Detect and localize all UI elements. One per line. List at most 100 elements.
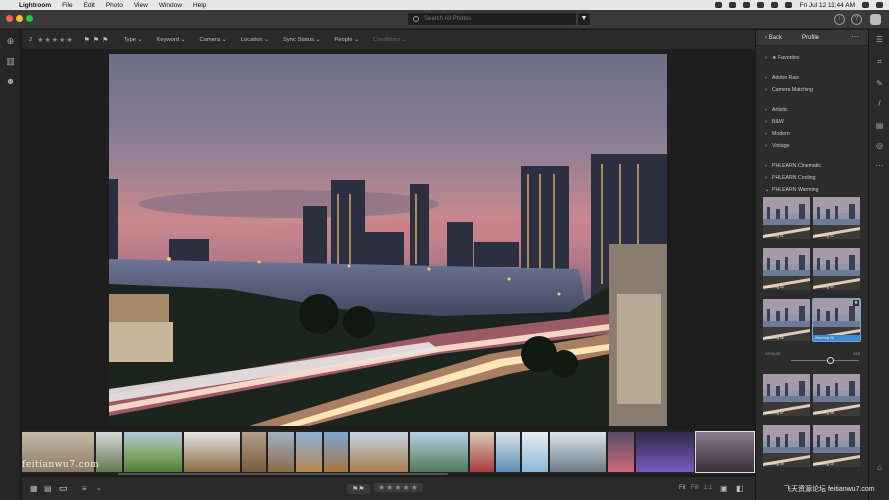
amount-knob[interactable] <box>826 357 834 364</box>
sort-icon[interactable]: ≡ <box>82 484 87 493</box>
status-icon[interactable] <box>729 2 737 8</box>
profile-thumbnail[interactable]: Warming 02 <box>813 197 860 239</box>
profile-thumbnail[interactable]: Warming 05 <box>763 299 810 341</box>
amount-track[interactable] <box>791 360 859 361</box>
profile-thumbnail[interactable]: Warming 03 <box>763 248 810 290</box>
menu-file[interactable]: File <box>62 2 72 9</box>
photo-grid-view-icon[interactable]: ▤ <box>44 484 52 493</box>
favorite-star-icon[interactable]: ★ <box>853 300 859 306</box>
share-icon[interactable]: ↑ <box>834 14 845 25</box>
menu-view[interactable]: View <box>134 2 148 9</box>
crop-icon[interactable]: ⌗ <box>874 56 885 67</box>
profile-group-camera-matching[interactable]: › Camera Matching <box>765 87 813 93</box>
tag-icon[interactable]: ⌂ <box>874 462 885 473</box>
search-input[interactable]: Search All Photos <box>408 13 576 25</box>
menu-window[interactable]: Window <box>159 2 182 9</box>
filmstrip-scrollbar[interactable] <box>118 473 448 475</box>
creative-cloud-icon[interactable] <box>715 2 723 8</box>
more-options-icon[interactable]: ··· <box>851 32 859 41</box>
flag-buttons[interactable]: ⚑⚑ <box>347 484 370 494</box>
filter-toggle-button[interactable]: ▼ <box>578 13 590 25</box>
filmstrip-thumb[interactable] <box>296 432 322 472</box>
filter-location-dropdown[interactable]: Location ⌄ <box>241 37 269 43</box>
zoom-window-button[interactable] <box>26 15 33 22</box>
filmstrip-thumb[interactable] <box>496 432 520 472</box>
cloud-sync-icon[interactable] <box>870 14 881 25</box>
filmstrip-thumb[interactable] <box>608 432 634 472</box>
edit-icon[interactable]: ☰ <box>874 34 885 45</box>
filmstrip-thumb[interactable] <box>124 432 182 472</box>
filter-people-dropdown[interactable]: People ⌄ <box>334 37 359 43</box>
healing-brush-icon[interactable]: ✎ <box>874 78 885 89</box>
filmstrip-thumb[interactable] <box>324 432 348 472</box>
filmstrip-thumb-selected[interactable] <box>695 431 755 473</box>
spotlight-icon[interactable] <box>862 2 869 8</box>
profile-group-artistic[interactable]: › Artistic <box>765 107 788 113</box>
rating-filter[interactable]: ★★★★★ <box>37 36 73 44</box>
before-after-icon[interactable]: ◧ <box>736 484 744 493</box>
profile-group-vintage[interactable]: › Vintage <box>765 143 790 149</box>
menu-app-name[interactable]: Lightroom <box>19 2 51 9</box>
profile-thumbnail[interactable]: Warming 07 <box>763 374 810 416</box>
filmstrip-thumb[interactable] <box>550 432 606 472</box>
square-grid-view-icon[interactable]: ▦ <box>30 484 38 493</box>
profile-thumbnail[interactable]: Warming 06 ★ <box>812 298 861 342</box>
profile-group-phlearn-warming[interactable]: ⌄ PHLEARN Warming <box>765 187 819 193</box>
compare-view-icon[interactable]: ▣ <box>720 484 728 493</box>
more-icon[interactable]: ⋯ <box>874 160 885 171</box>
filmstrip-thumb[interactable] <box>410 432 468 472</box>
bluetooth-icon[interactable] <box>757 2 765 8</box>
close-window-button[interactable] <box>6 15 13 22</box>
profile-thumbnail[interactable]: Warming 10 <box>813 425 860 467</box>
clock[interactable]: Fri Jul 12 11:44 AM <box>799 2 855 9</box>
profile-group-adobe-raw[interactable]: › Adobe Raw <box>765 75 799 81</box>
filmstrip-thumb[interactable] <box>636 432 694 472</box>
battery-icon[interactable] <box>785 2 793 8</box>
detail-view-icon[interactable]: ▭ <box>59 483 68 494</box>
filter-sync-status-dropdown[interactable]: Sync Status ⌄ <box>283 37 320 43</box>
profile-group-favorites[interactable]: › ★ Favorites <box>765 55 799 61</box>
filter-camera-dropdown[interactable]: Camera ⌄ <box>200 37 227 43</box>
rating-stars[interactable]: ★★★★★ <box>374 483 423 492</box>
main-photo[interactable] <box>109 54 667 426</box>
minimize-window-button[interactable] <box>16 15 23 22</box>
library-icon[interactable]: ▥ <box>5 56 16 67</box>
filmstrip-thumb[interactable] <box>184 432 240 472</box>
notification-center-icon[interactable] <box>876 2 883 8</box>
add-photos-icon[interactable]: ⊕ <box>5 36 16 47</box>
menu-help[interactable]: Help <box>193 2 206 9</box>
menu-photo[interactable]: Photo <box>106 2 123 9</box>
linear-gradient-icon[interactable]: ▤ <box>874 120 885 131</box>
menu-edit[interactable]: Edit <box>84 2 95 9</box>
profile-thumbnail[interactable]: Warming 09 <box>763 425 810 467</box>
filmstrip-thumb[interactable] <box>522 432 548 472</box>
profile-thumbnail[interactable]: Warming 08 <box>813 374 860 416</box>
amount-slider[interactable]: Amount 116 <box>765 351 860 365</box>
filter-count[interactable]: 2 <box>29 37 32 43</box>
profile-group-bw[interactable]: › B&W <box>765 119 784 125</box>
help-icon[interactable]: ? <box>851 14 862 25</box>
flag-filter[interactable]: ⚑⚑⚑ <box>84 36 112 44</box>
filmstrip-thumb[interactable] <box>470 432 494 472</box>
people-icon[interactable]: ☻ <box>5 76 16 87</box>
filmstrip-thumb[interactable] <box>96 432 122 472</box>
cloud-icon[interactable] <box>743 2 751 8</box>
zoom-fit-button[interactable]: Fit <box>679 485 686 491</box>
filmstrip-thumb[interactable] <box>350 432 408 472</box>
filmstrip-thumb[interactable] <box>268 432 294 472</box>
brush-icon[interactable]: / <box>874 98 885 109</box>
filmstrip-thumb[interactable] <box>242 432 266 472</box>
wifi-icon[interactable] <box>771 2 779 8</box>
filter-type-dropdown[interactable]: Type ⌄ <box>123 37 142 43</box>
back-button[interactable]: ‹ Back <box>765 35 782 41</box>
profile-group-phlearn-cinematic[interactable]: › PHLEARN Cinematic <box>765 163 821 169</box>
profile-group-modern[interactable]: › Modern <box>765 131 790 137</box>
sort-dropdown-icon[interactable]: ⌄ <box>96 484 102 492</box>
zoom-fill-button[interactable]: Fill <box>691 485 699 491</box>
profile-thumbnail[interactable]: Warming 04 <box>813 248 860 290</box>
filter-keyword-dropdown[interactable]: Keyword ⌄ <box>157 37 186 43</box>
radial-gradient-icon[interactable]: ◎ <box>874 140 885 151</box>
zoom-1to1-button[interactable]: 1:1 <box>704 485 712 491</box>
profile-group-phlearn-cooling[interactable]: › PHLEARN Cooling <box>765 175 816 181</box>
profile-thumbnail[interactable]: Warming 01 <box>763 197 810 239</box>
